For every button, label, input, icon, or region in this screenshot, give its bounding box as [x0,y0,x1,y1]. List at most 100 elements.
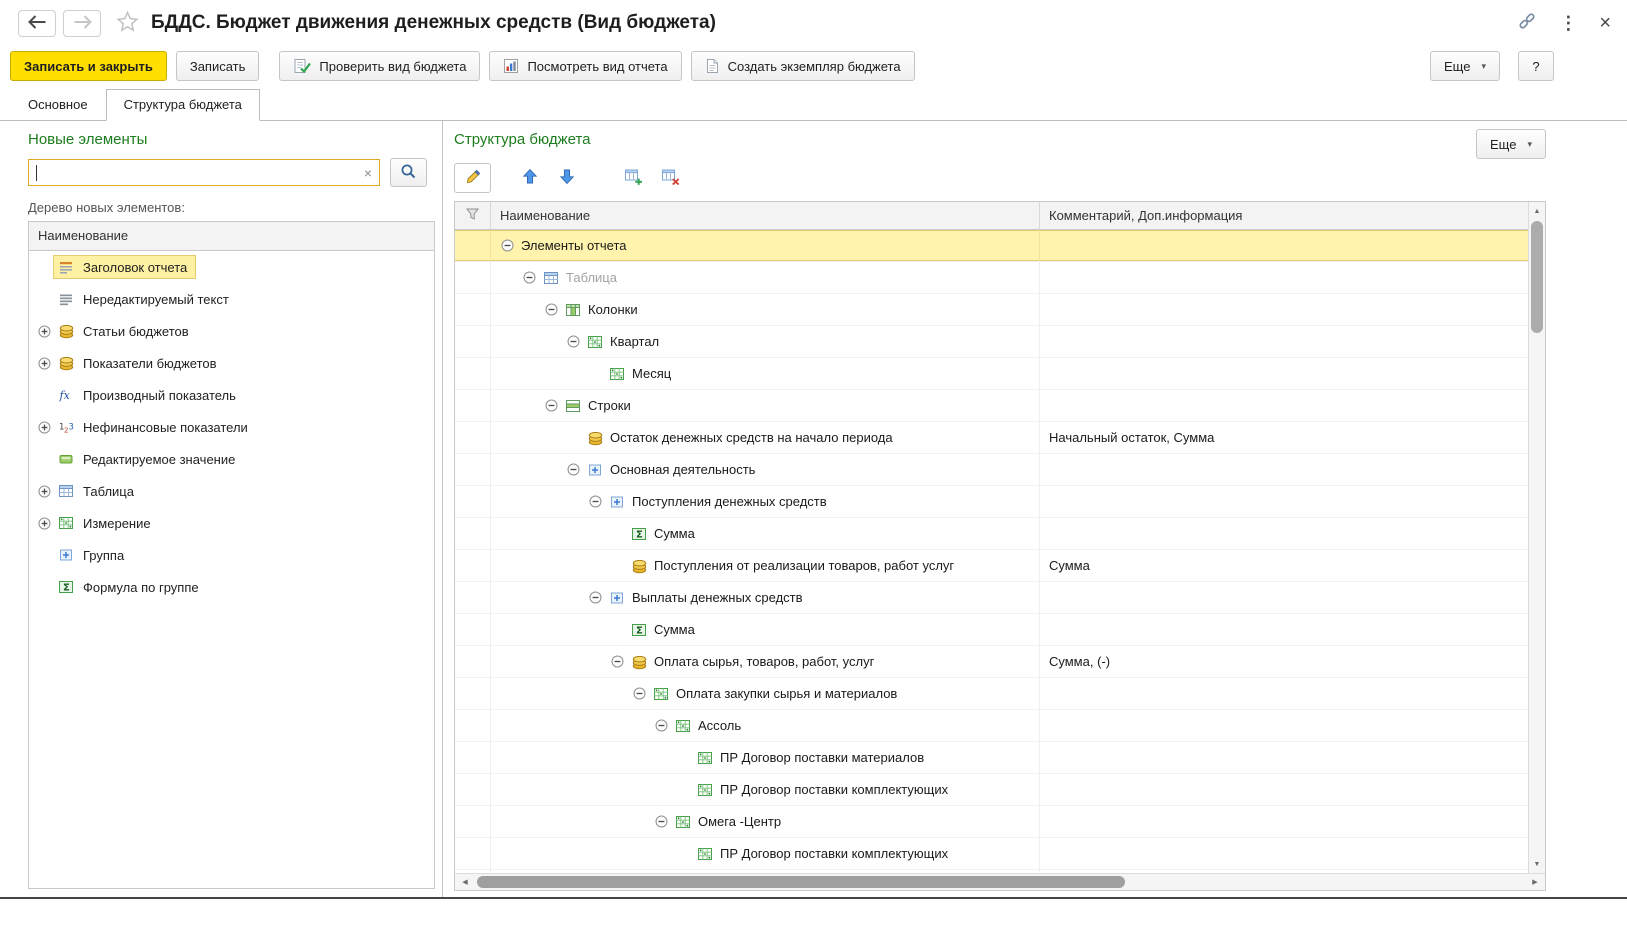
collapse-icon[interactable] [631,687,647,700]
view-report-label: Посмотреть вид отчета [527,59,667,74]
more-menu-icon[interactable]: ⋮ [1559,14,1577,32]
list-item[interactable]: Статьи бюджетов [29,315,434,347]
expand-icon[interactable] [35,421,53,434]
scroll-down-icon[interactable]: ▼ [1529,856,1545,872]
list-item[interactable]: Группа [29,539,434,571]
link-icon[interactable] [1517,11,1537,35]
list-item[interactable]: fx Производный показатель [29,379,434,411]
dimension-icon [697,782,714,798]
tree-row[interactable]: Σ Сумма [455,518,1528,550]
tree-row[interactable]: Остаток денежных средств на начало перио… [455,422,1528,454]
move-up-button[interactable] [511,163,548,193]
tree-row-label: ПР Договор поставки материалов [720,750,924,765]
row-marker-cell [455,294,491,325]
check-budget-view-button[interactable]: Проверить вид бюджета [279,51,480,81]
row-name-cell: ПР Договор поставки комплектующих [491,774,1040,805]
text-lines-icon [58,291,75,307]
vertical-scroll-thumb[interactable] [1531,221,1543,333]
tree-row[interactable]: ПР Договор поставки материалов [455,742,1528,774]
scroll-up-icon[interactable]: ▲ [1529,203,1545,219]
tree-row[interactable]: Поступления денежных средств [455,486,1528,518]
vertical-scrollbar[interactable]: ▲ ▼ [1528,202,1545,873]
search-button[interactable] [390,158,427,187]
expand-icon[interactable] [35,517,53,530]
collapse-icon[interactable] [543,303,559,316]
row-marker-cell [455,326,491,357]
row-marker-cell [455,806,491,837]
forward-button[interactable] [63,10,101,37]
expand-icon[interactable] [35,357,53,370]
tree-row[interactable]: Месяц [455,358,1528,390]
tree-row[interactable]: Основная деятельность [455,454,1528,486]
table-add-button[interactable] [615,163,652,193]
horizontal-scrollbar[interactable]: ◀ ▶ [455,873,1545,890]
tree-row[interactable]: ПР Договор поставки комплектующих [455,774,1528,806]
list-item[interactable]: Нередактируемый текст [29,283,434,315]
tree-row[interactable]: Поступления от реализации товаров, работ… [455,550,1528,582]
text-caret [36,165,37,181]
tree-row[interactable]: Выплаты денежных средств [455,582,1528,614]
tab-budget-structure[interactable]: Структура бюджета [106,89,260,121]
toolbar-more-button[interactable]: Еще▾ [1430,51,1500,81]
dimension-icon [653,686,670,702]
create-budget-instance-button[interactable]: Создать экземпляр бюджета [691,51,915,81]
back-button[interactable] [18,10,56,37]
row-comment-cell [1040,326,1528,357]
collapse-icon[interactable] [587,495,603,508]
tree-row[interactable]: ПР Договор поставки комплектующих [455,838,1528,870]
tree-row[interactable]: Колонки [455,294,1528,326]
tree-row[interactable]: Оплата сырья, товаров, работ, услуг Сумм… [455,646,1528,678]
tree-row[interactable]: Таблица [455,262,1528,294]
tree-row[interactable]: Ассоль [455,710,1528,742]
tree-row[interactable]: Квартал [455,326,1528,358]
list-item[interactable]: Таблица [29,475,434,507]
tree-row[interactable]: Строки [455,390,1528,422]
scroll-left-icon[interactable]: ◀ [457,874,473,890]
structure-table-scrollarea: Наименование Комментарий, Доп.информация… [455,202,1528,890]
tab-main[interactable]: Основное [10,89,106,120]
collapse-icon[interactable] [609,655,625,668]
list-item-label: Производный показатель [83,388,236,403]
help-button[interactable]: ? [1518,51,1554,81]
move-down-button[interactable] [548,163,585,193]
clear-search-icon[interactable]: × [364,166,372,180]
close-icon[interactable]: × [1599,13,1611,33]
search-row: × [28,158,435,187]
scroll-right-icon[interactable]: ▶ [1527,874,1543,890]
collapse-icon[interactable] [587,591,603,604]
tree-row-label: Остаток денежных средств на начало перио… [610,430,893,445]
tree-row-label: Поступления денежных средств [632,494,827,509]
arrow-down-icon [559,168,575,188]
collapse-icon[interactable] [653,719,669,732]
row-comment-cell [1040,358,1528,389]
save-and-close-button[interactable]: Записать и закрыть [10,51,167,81]
save-button[interactable]: Записать [176,51,260,81]
collapse-icon[interactable] [521,271,537,284]
table-remove-button[interactable] [652,163,689,193]
view-report-button[interactable]: Посмотреть вид отчета [489,51,681,81]
collapse-icon[interactable] [565,335,581,348]
tree-row[interactable]: Омега -Центр [455,806,1528,838]
favorite-star-icon[interactable] [116,10,139,37]
list-item[interactable]: Измерение [29,507,434,539]
collapse-icon[interactable] [543,399,559,412]
collapse-icon[interactable] [499,239,515,252]
list-item[interactable]: 123 Нефинансовые показатели [29,411,434,443]
tree-row[interactable]: Σ Сумма [455,614,1528,646]
list-item[interactable]: Показатели бюджетов [29,347,434,379]
list-item[interactable]: Заголовок отчета [29,251,434,283]
row-marker-cell [455,454,491,485]
collapse-icon[interactable] [565,463,581,476]
structure-title: Структура бюджета [454,131,591,148]
tree-row[interactable]: Элементы отчета [455,230,1528,262]
horizontal-scroll-thumb[interactable] [477,876,1125,888]
structure-more-button[interactable]: Еще▾ [1476,129,1546,159]
edit-element-button[interactable] [454,163,491,193]
expand-icon[interactable] [35,325,53,338]
collapse-icon[interactable] [653,815,669,828]
tree-row[interactable]: Оплата закупки сырья и материалов [455,678,1528,710]
list-item[interactable]: Σ Формула по группе [29,571,434,603]
list-item[interactable]: Редактируемое значение [29,443,434,475]
search-input[interactable] [29,160,379,185]
expand-icon[interactable] [35,485,53,498]
